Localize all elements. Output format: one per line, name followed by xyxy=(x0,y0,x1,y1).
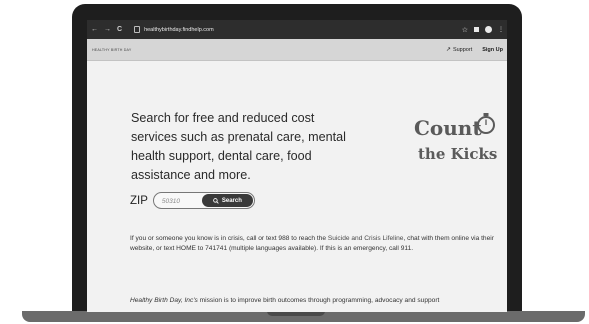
search-button-label: Search xyxy=(221,197,242,204)
bookmark-star-icon[interactable]: ☆ xyxy=(462,26,468,34)
site-brand-logo[interactable]: HEALTHY BIRTH DAY xyxy=(92,48,131,52)
search-icon xyxy=(213,197,219,204)
support-label: Support xyxy=(452,46,473,53)
crisis-text-start: If you or someone you know is in crisis,… xyxy=(130,235,328,242)
browser-menu-icon[interactable]: ⋮ xyxy=(498,26,504,33)
extensions-icon[interactable] xyxy=(474,27,479,32)
address-bar[interactable]: healthybirthday.findhelp.com xyxy=(130,24,462,36)
support-link[interactable]: ↗ Support xyxy=(445,46,473,54)
site-info-icon[interactable] xyxy=(134,26,141,33)
crisis-notice: If you or someone you know is in crisis,… xyxy=(130,234,498,254)
url-text[interactable]: healthybirthday.findhelp.com xyxy=(144,27,214,33)
mission-statement: Healthy Birth Day, Inc's mission is to i… xyxy=(130,296,502,306)
search-button[interactable]: Search xyxy=(201,194,253,207)
zip-field-wrapper: Search xyxy=(152,192,255,209)
back-icon[interactable]: ← xyxy=(91,26,98,33)
browser-actions: ☆ ⋮ xyxy=(462,26,504,34)
sign-up-link[interactable]: Sign Up xyxy=(482,47,503,53)
site-header: HEALTHY BIRTH DAY ↗ Support Sign Up xyxy=(87,39,507,61)
profile-avatar-icon[interactable] xyxy=(485,26,492,33)
suicide-crisis-lifeline-link[interactable]: Suicide and Crisis Lifeline xyxy=(328,235,404,242)
logo-line2: the Kicks xyxy=(418,145,497,163)
logo-line1: Count xyxy=(414,116,482,140)
mission-text: mission is to improve birth outcomes thr… xyxy=(197,297,440,304)
forward-icon[interactable]: → xyxy=(104,26,111,33)
zip-input[interactable] xyxy=(161,196,202,206)
header-links: ↗ Support Sign Up xyxy=(445,46,503,54)
browser-toolbar: ← → C healthybirthday.findhelp.com ☆ ⋮ xyxy=(87,20,507,39)
external-link-icon: ↗ xyxy=(445,47,451,53)
page-content: Search for free and reduced cost service… xyxy=(87,61,507,312)
reload-icon[interactable]: C xyxy=(117,26,122,33)
zip-label: ZIP xyxy=(130,194,148,207)
count-the-kicks-logo[interactable]: Count the Kicks xyxy=(410,108,500,168)
browser-nav: ← → C xyxy=(91,26,122,33)
intro-text: Search for free and reduced cost service… xyxy=(131,111,346,182)
zip-search-form: ZIP Search xyxy=(130,192,255,209)
org-name: Healthy Birth Day, Inc's xyxy=(130,297,198,304)
laptop-screen: ← → C healthybirthday.findhelp.com ☆ ⋮ H… xyxy=(87,20,507,312)
